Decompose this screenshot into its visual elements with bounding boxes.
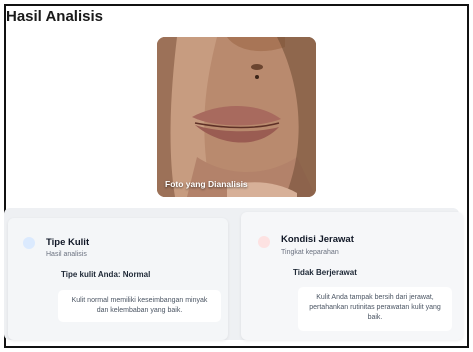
acne-subtitle: Tingkat keparahan [281, 249, 339, 256]
acne-icon [258, 236, 270, 248]
skin-type-result: Tipe kulit Anda: Normal [61, 270, 151, 279]
skin-type-description: Kulit normal memiliki keseimbangan minya… [58, 290, 221, 322]
acne-description: Kulit Anda tampak bersih dari jerawat, p… [298, 287, 452, 331]
photo-caption: Foto yang Dianalisis [165, 179, 248, 189]
skin-type-title: Tipe Kulit [46, 237, 90, 248]
skin-type-icon [23, 237, 35, 249]
page-title: Hasil Analisis [6, 8, 103, 25]
analyzed-face-photo: Foto yang Dianalisis [157, 37, 316, 197]
acne-result: Tidak Berjerawat [293, 268, 357, 277]
skin-type-subtitle: Hasil analisis [46, 251, 87, 258]
acne-title: Kondisi Jerawat [281, 234, 354, 245]
face-illustration [157, 37, 316, 197]
